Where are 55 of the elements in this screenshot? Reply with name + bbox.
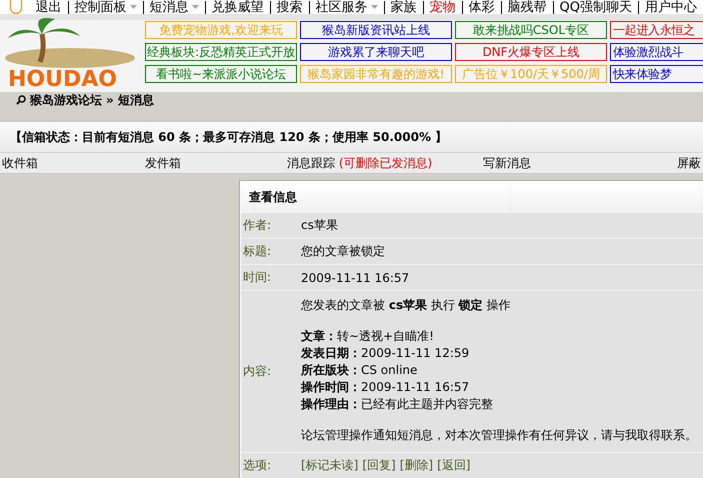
nav-link[interactable]: 宠物 — [430, 1, 456, 14]
nav-link[interactable]: 家族 — [390, 1, 417, 14]
nav-link[interactable]: 控制面板 — [74, 1, 127, 14]
mailbox-tab[interactable]: 发件箱 — [145, 154, 287, 172]
mailbox-tab[interactable]: 消息跟踪 (可删除已发消息) — [287, 154, 483, 172]
ad-link[interactable]: 一起进入永恒之 — [610, 21, 703, 39]
option-link[interactable]: [标记未读] — [301, 457, 358, 474]
mailbox-tab[interactable]: 屏蔽 — [677, 154, 703, 172]
dropdown-arrow-icon[interactable] — [370, 5, 378, 10]
ad-link[interactable]: 快来体验梦 — [610, 65, 703, 83]
search-icon — [16, 95, 26, 105]
dropdown-arrow-icon[interactable] — [130, 5, 137, 10]
ad-link[interactable]: 敢来挑战吗CSOL专区 — [455, 21, 607, 39]
nav-link[interactable]: 用户中心 — [645, 1, 697, 14]
breadcrumb-link[interactable]: 猴岛游戏论坛 — [30, 92, 102, 108]
field-label: 内容: — [242, 363, 272, 380]
ad-link[interactable]: 体验激烈战斗 — [610, 43, 703, 61]
nav-link[interactable]: QQ强制聊天 — [560, 1, 632, 14]
dropdown-arrow-icon[interactable] — [192, 5, 199, 10]
option-link[interactable]: [回复] — [362, 457, 396, 474]
field-value: cs苹果 — [301, 217, 338, 234]
nav-link[interactable]: 搜索 — [276, 1, 303, 14]
option-link[interactable]: [删除] — [400, 457, 434, 474]
ad-link[interactable]: 看书啦~来派派小说论坛 — [145, 65, 297, 83]
breadcrumb-separator: » — [106, 93, 114, 107]
message-text-line: 您发表的文章被 cs苹果 执行 锁定 操作 — [301, 297, 512, 314]
ad-link[interactable]: 经典板块:反恐精英正式开放 — [145, 43, 297, 61]
field-label: 时间: — [242, 269, 272, 286]
field-label: 作者: — [242, 217, 272, 234]
option-link[interactable]: [返回] — [437, 457, 470, 474]
message-text-line: 文章：转~透视+自瞄准! — [301, 328, 435, 345]
message-text-line: 操作时间：2009-11-11 16:57 — [301, 379, 470, 396]
mailbox-tab[interactable]: 写新消息 — [483, 154, 677, 172]
ad-link[interactable]: DNF火爆专区上线 — [455, 43, 607, 61]
breadcrumb-link[interactable]: 短消息 — [118, 92, 154, 108]
field-value: 2009-11-11 16:57 — [301, 270, 410, 286]
ad-link[interactable]: 游戏累了来聊天吧 — [300, 43, 452, 61]
nav-link[interactable]: 退出 — [36, 1, 62, 14]
message-text-line: 所在版块：CS online — [301, 362, 418, 379]
field-value: 您的文章被锁定 — [301, 243, 385, 260]
nav-link[interactable]: 兑换威望 — [212, 1, 264, 14]
message-text-line: 操作理由：已经有此主题并内容完整 — [301, 396, 494, 413]
mailbox-status-text: 【信箱状态：目前有短消息 60 条；最多可存消息 120 条；使用率 50.000% 】 — [10, 130, 448, 144]
mailbox-tab[interactable]: 收件箱 — [2, 154, 145, 172]
message-text-line: 论坛管理操作通知短消息，对本次管理操作有任何异议，请与我取得联系。 — [301, 427, 697, 444]
nav-link[interactable]: 体彩 — [468, 1, 495, 14]
ad-link[interactable]: 猴岛新版资讯站上线 — [300, 21, 452, 39]
nav-link[interactable]: 社区服务 — [316, 1, 368, 14]
nav-link[interactable]: 脑残帮 — [508, 1, 547, 14]
site-badge[interactable] — [10, 0, 22, 14]
panel-title: 查看信息 — [241, 182, 703, 212]
nav-link[interactable]: 短消息 — [150, 1, 189, 14]
message-text-line: 发表日期：2009-11-11 12:59 — [301, 345, 470, 362]
field-label: 标题: — [242, 243, 272, 260]
field-label: 选项: — [242, 457, 272, 474]
